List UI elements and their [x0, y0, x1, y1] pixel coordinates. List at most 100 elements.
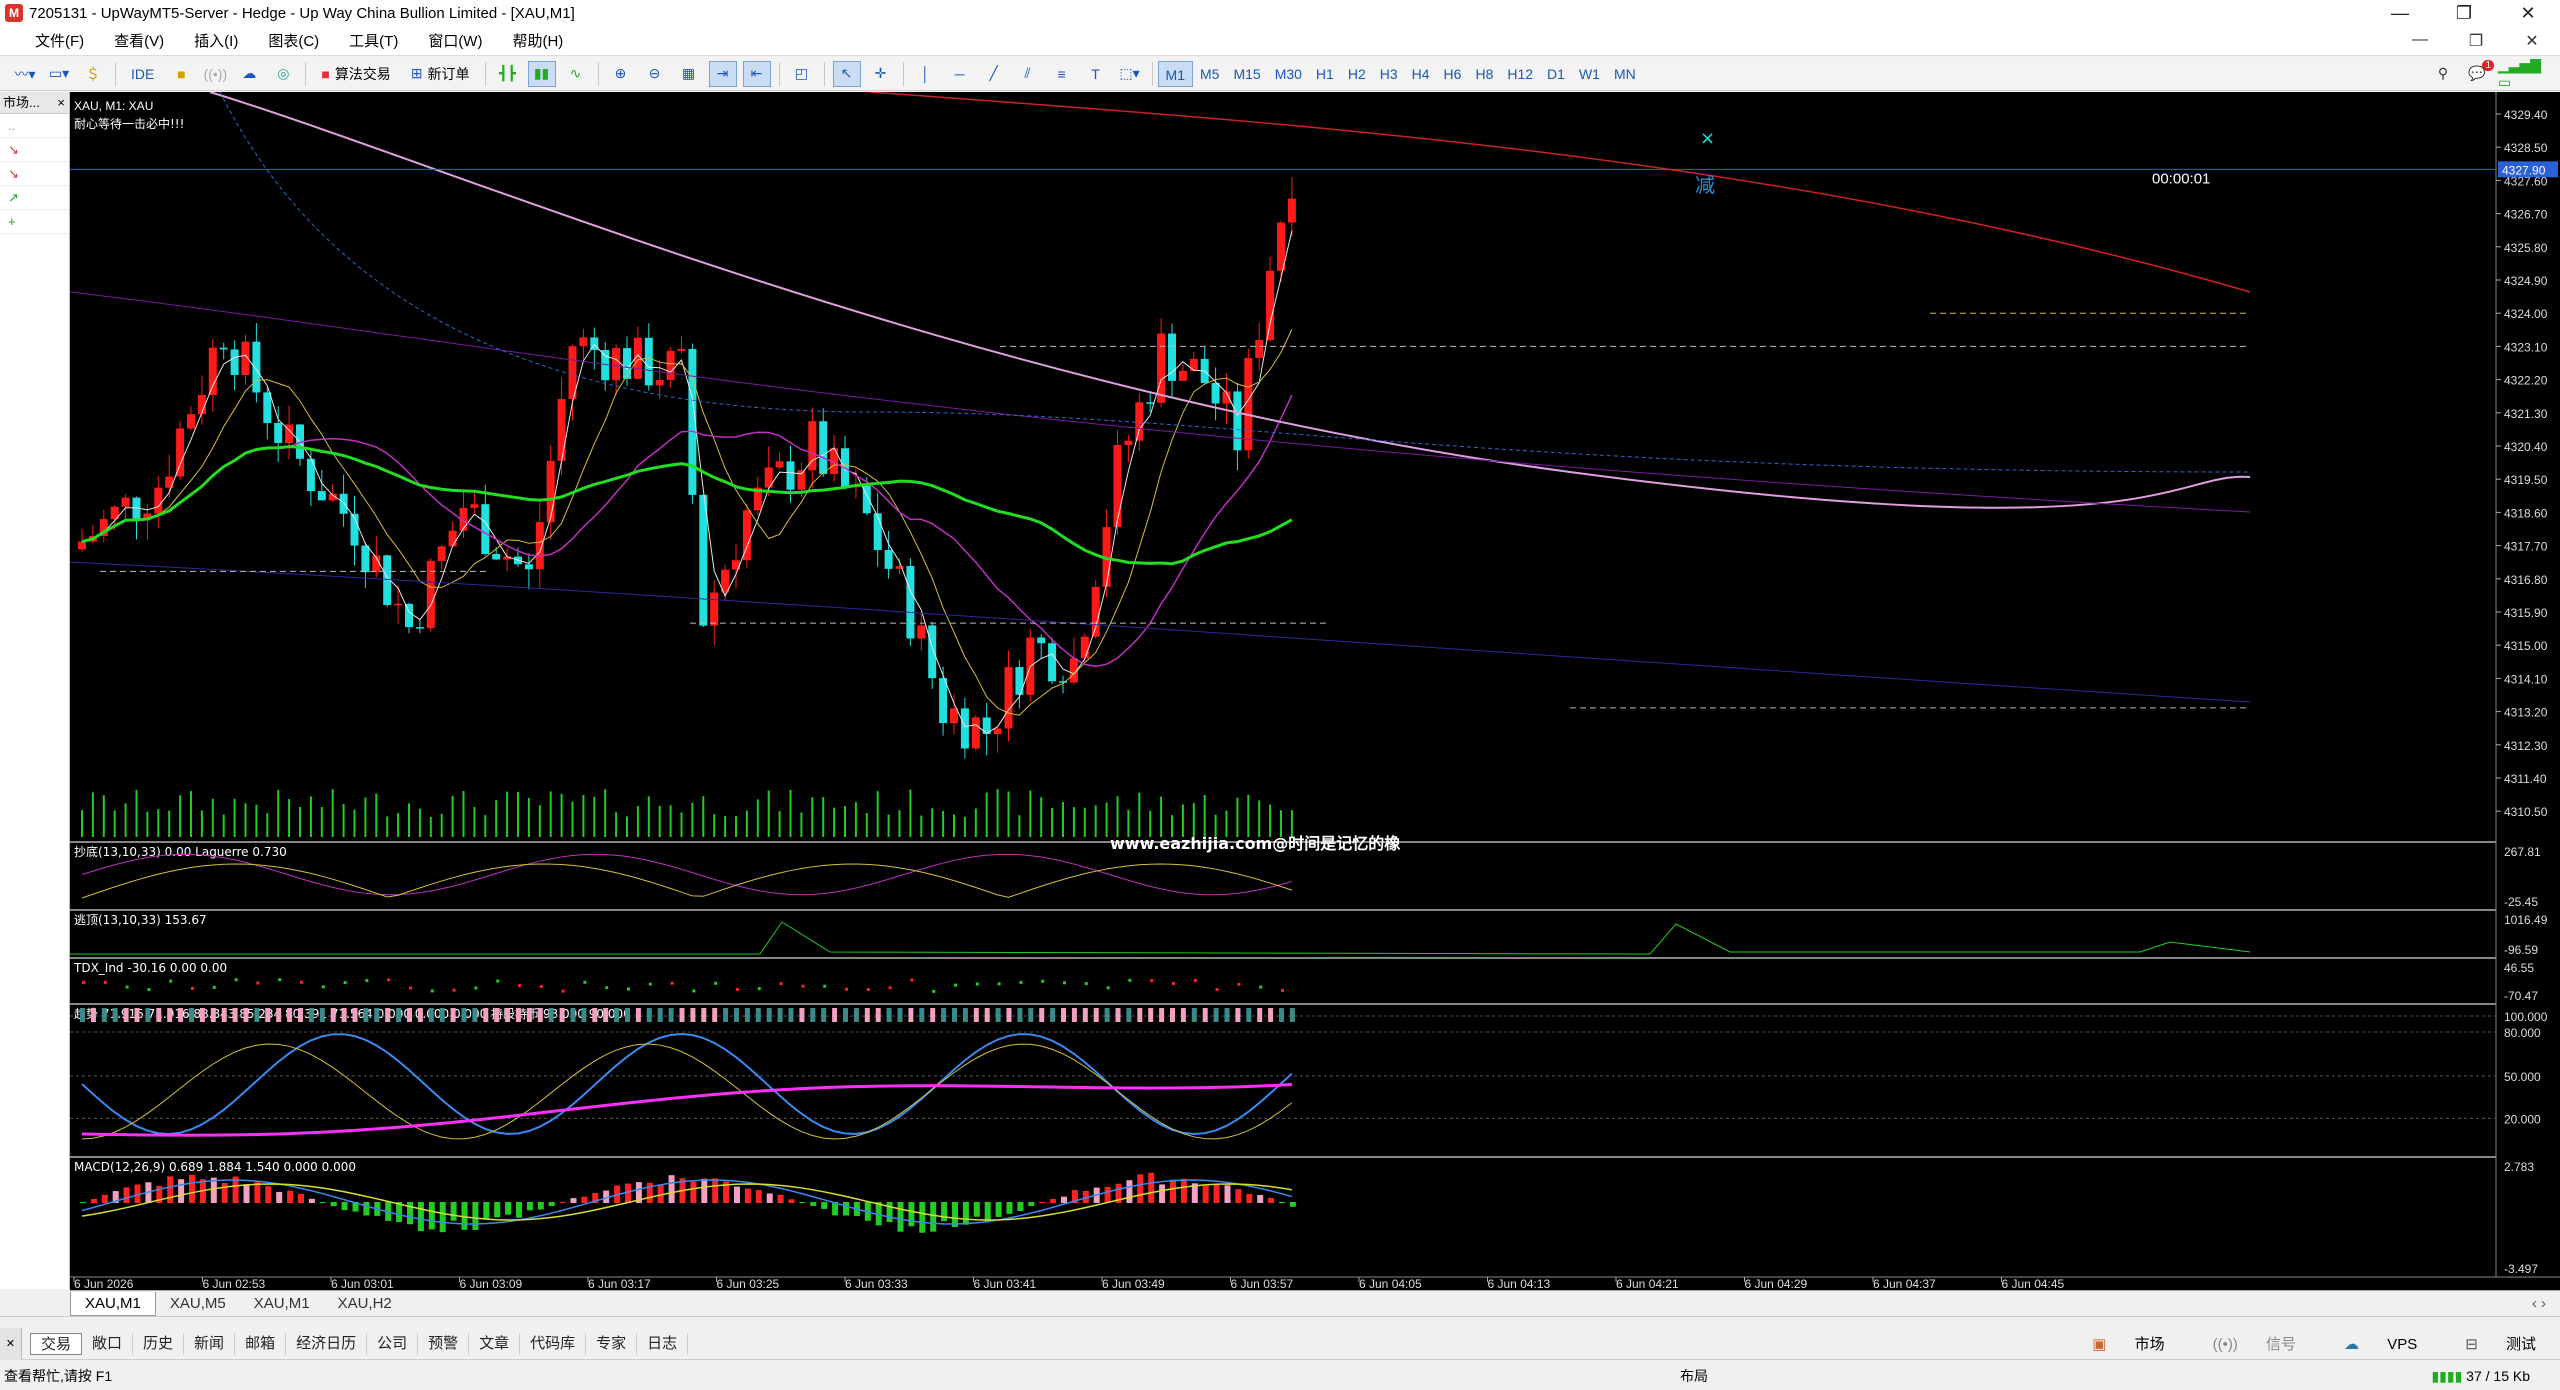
cursor-icon[interactable]: ↖ — [832, 60, 861, 87]
tf-w1[interactable]: W1 — [1572, 61, 1607, 87]
trendline-icon[interactable]: ╱ — [980, 61, 1008, 87]
menu-insert[interactable]: 插入(I) — [179, 30, 253, 51]
tab-exposure[interactable]: 敞口 — [82, 1332, 134, 1355]
add-symbol-row[interactable]: + — [0, 210, 69, 234]
time-tick-label: 6 Jun 03:33 — [845, 1277, 908, 1290]
macd-histogram-bar — [908, 1202, 915, 1227]
vertical-line-icon[interactable]: │ — [912, 61, 940, 87]
market-watch-row[interactable]: ↘ — [0, 138, 69, 162]
volume-bar — [211, 798, 214, 837]
chart-tab[interactable]: XAU,M5 — [156, 1292, 240, 1316]
tab-mailbox[interactable]: 邮箱 — [235, 1332, 287, 1355]
chart-shift-icon[interactable]: ⇤ — [742, 60, 771, 87]
chart-tab[interactable]: XAU,M1 — [70, 1291, 156, 1316]
chart-type-icon[interactable]: 〰▾ — [11, 61, 39, 87]
candles-icon[interactable]: ▮▮ — [527, 60, 556, 87]
tf-d1[interactable]: D1 — [1540, 61, 1572, 87]
menu-window[interactable]: 窗口(W) — [413, 30, 497, 51]
menu-charts[interactable]: 图表(C) — [253, 30, 334, 51]
tf-h12[interactable]: H12 — [1500, 61, 1540, 87]
horizontal-line-icon[interactable]: ─ — [946, 61, 974, 87]
menu-file[interactable]: 文件(F) — [20, 30, 99, 51]
close-icon[interactable]: × — [57, 92, 65, 113]
market-watch-row[interactable]: .. — [0, 114, 69, 138]
tf-h8[interactable]: H8 — [1468, 61, 1500, 87]
dollar-icon[interactable]: ＄ — [79, 61, 107, 87]
tab-experts[interactable]: 专家 — [586, 1332, 638, 1355]
tab-alerts[interactable]: 预警 — [418, 1332, 470, 1355]
templates-icon[interactable]: ▭▾ — [45, 61, 73, 87]
tab-trade[interactable]: 交易 — [30, 1332, 83, 1355]
text-icon[interactable]: T — [1082, 61, 1110, 87]
child-close-button[interactable]: ✕ — [2504, 31, 2560, 51]
shapes-icon[interactable]: ⬚▾ — [1116, 61, 1144, 87]
terminal-toggle-icon[interactable]: ✕ — [0, 1327, 22, 1360]
child-minimize-button[interactable]: — — [2392, 31, 2448, 51]
new-order-button[interactable]: ⊞ 新订单 — [404, 61, 477, 87]
tf-h3[interactable]: H3 — [1373, 61, 1405, 87]
chart-tab[interactable]: XAU,H2 — [324, 1292, 406, 1316]
tf-h6[interactable]: H6 — [1437, 61, 1469, 87]
bar-chart-icon[interactable]: ┫┣ — [494, 61, 522, 87]
cloud-icon[interactable]: ☁ — [235, 61, 263, 87]
chart-tab[interactable]: XAU,M1 — [240, 1292, 324, 1316]
vps-button[interactable]: ☁ VPS — [2320, 1335, 2441, 1353]
grid-icon[interactable]: ▦ — [675, 61, 703, 87]
menu-help[interactable]: 帮助(H) — [497, 30, 578, 51]
tester-button[interactable]: ⊟ 测试 — [2441, 1333, 2560, 1354]
tab-history[interactable]: 历史 — [133, 1332, 185, 1355]
tab-calendar[interactable]: 经济日历 — [286, 1332, 368, 1355]
notifications-icon[interactable]: 💬 1 — [2463, 59, 2494, 87]
tab-company[interactable]: 公司 — [367, 1332, 419, 1355]
tf-m5[interactable]: M5 — [1193, 61, 1226, 87]
line-chart-icon[interactable]: ∿ — [562, 61, 590, 87]
minimize-button[interactable]: — — [2368, 3, 2432, 24]
tab-news[interactable]: 新闻 — [184, 1332, 236, 1355]
market-button[interactable]: ▣ 市场 — [2068, 1333, 2188, 1354]
tab-articles[interactable]: 文章 — [469, 1332, 521, 1355]
fibonacci-icon[interactable]: ≡ — [1048, 61, 1076, 87]
zoom-out-icon[interactable]: ⊖ — [641, 61, 669, 87]
market-watch-row[interactable]: ↗ — [0, 186, 69, 210]
tab-codebase[interactable]: 代码库 — [520, 1332, 587, 1355]
tf-m15[interactable]: M15 — [1226, 61, 1267, 87]
menu-view[interactable]: 查看(V) — [99, 30, 179, 51]
tf-h4[interactable]: H4 — [1405, 61, 1437, 87]
bag-icon[interactable]: ■ — [167, 61, 195, 87]
ide-button[interactable]: IDE — [124, 61, 161, 87]
tf-m1[interactable]: M1 — [1157, 60, 1193, 87]
zoom-in-icon[interactable]: ⊕ — [607, 61, 635, 87]
volume-bar — [266, 813, 269, 837]
crosshair-icon[interactable]: ✛ — [867, 61, 895, 87]
child-restore-button[interactable]: ❐ — [2448, 31, 2504, 51]
volume-bar — [157, 809, 160, 837]
restore-button[interactable]: ❐ — [2432, 3, 2496, 24]
close-button[interactable]: ✕ — [2496, 3, 2560, 24]
signals-button[interactable]: ((•)) 信号 — [2189, 1333, 2320, 1354]
tdx-dot — [430, 989, 434, 993]
tf-mn[interactable]: MN — [1607, 61, 1643, 87]
tab-scroll-icon[interactable]: ‹ › — [2532, 1295, 2546, 1312]
macd-histogram-bar — [1268, 1198, 1275, 1203]
screenshot-icon[interactable]: ◰ — [788, 61, 816, 87]
price-chart[interactable]: 4329.404328.504327.604326.704325.804324.… — [70, 92, 2560, 1290]
search-icon[interactable]: ⚲ — [2429, 61, 2457, 87]
autoscroll-icon[interactable]: ⇥ — [708, 60, 737, 87]
macd-histogram-bar — [1061, 1196, 1067, 1203]
tf-h2[interactable]: H2 — [1341, 61, 1373, 87]
menu-tools[interactable]: 工具(T) — [334, 30, 413, 51]
globe-icon[interactable]: ◎ — [269, 61, 297, 87]
channel-icon[interactable]: ⫽ — [1014, 61, 1042, 87]
market-watch-panel: 市场... × .. ↘ ↘ ↗ + — [0, 92, 70, 1289]
macd-histogram-bar — [941, 1202, 948, 1222]
chart-window[interactable]: 4329.40 4328.50 4327.60 4326.70 4325.80 4324.… — [70, 92, 2560, 1290]
algo-trading-button[interactable]: ■ 算法交易 — [314, 61, 397, 87]
status-profile: 布局 — [1680, 1368, 1708, 1384]
macd-histogram-bar — [1050, 1199, 1057, 1203]
tab-journal[interactable]: 日志 — [637, 1332, 689, 1355]
signal-icon[interactable]: ((•)) — [201, 61, 229, 87]
tf-h1[interactable]: H1 — [1309, 61, 1341, 87]
tf-m30[interactable]: M30 — [1268, 61, 1309, 87]
connection-icon[interactable]: ▁▃▅▇ ▭ — [2497, 57, 2557, 90]
market-watch-row[interactable]: ↘ — [0, 162, 69, 186]
